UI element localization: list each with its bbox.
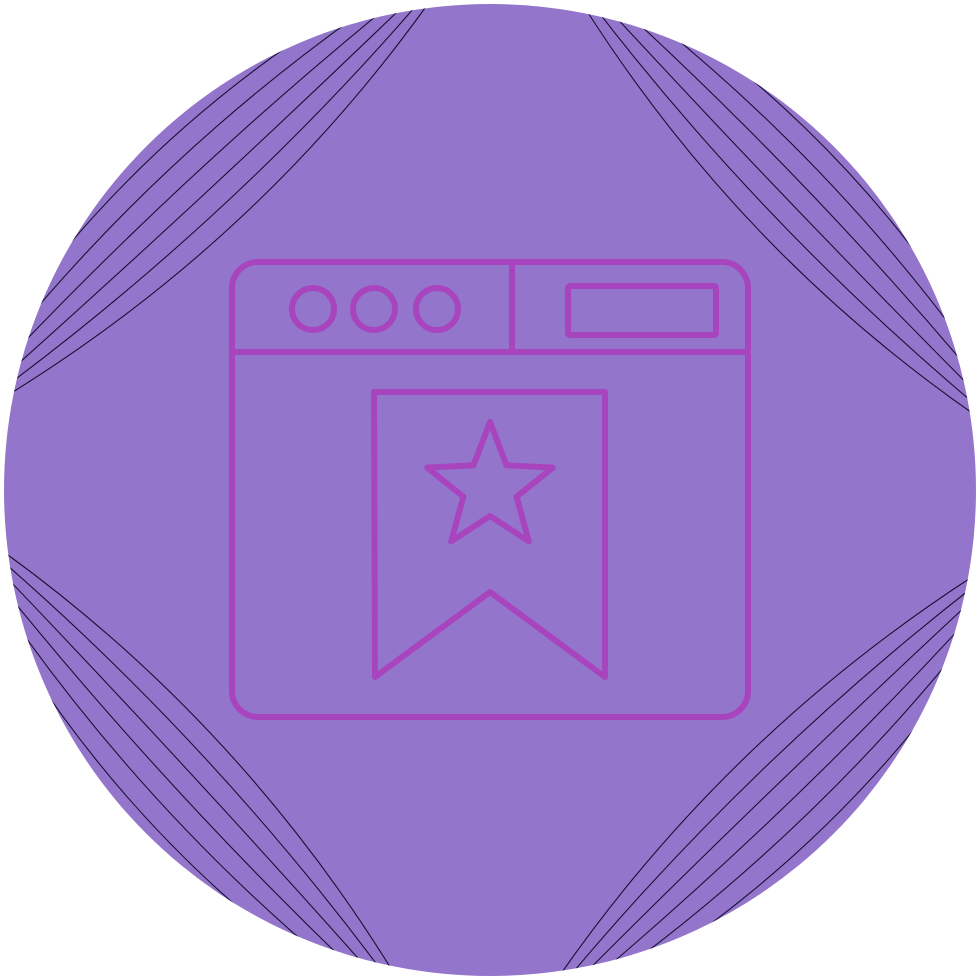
browser-bookmark-icon: [4, 4, 976, 976]
badge-circle: [4, 4, 976, 976]
icon-canvas: [0, 0, 980, 980]
